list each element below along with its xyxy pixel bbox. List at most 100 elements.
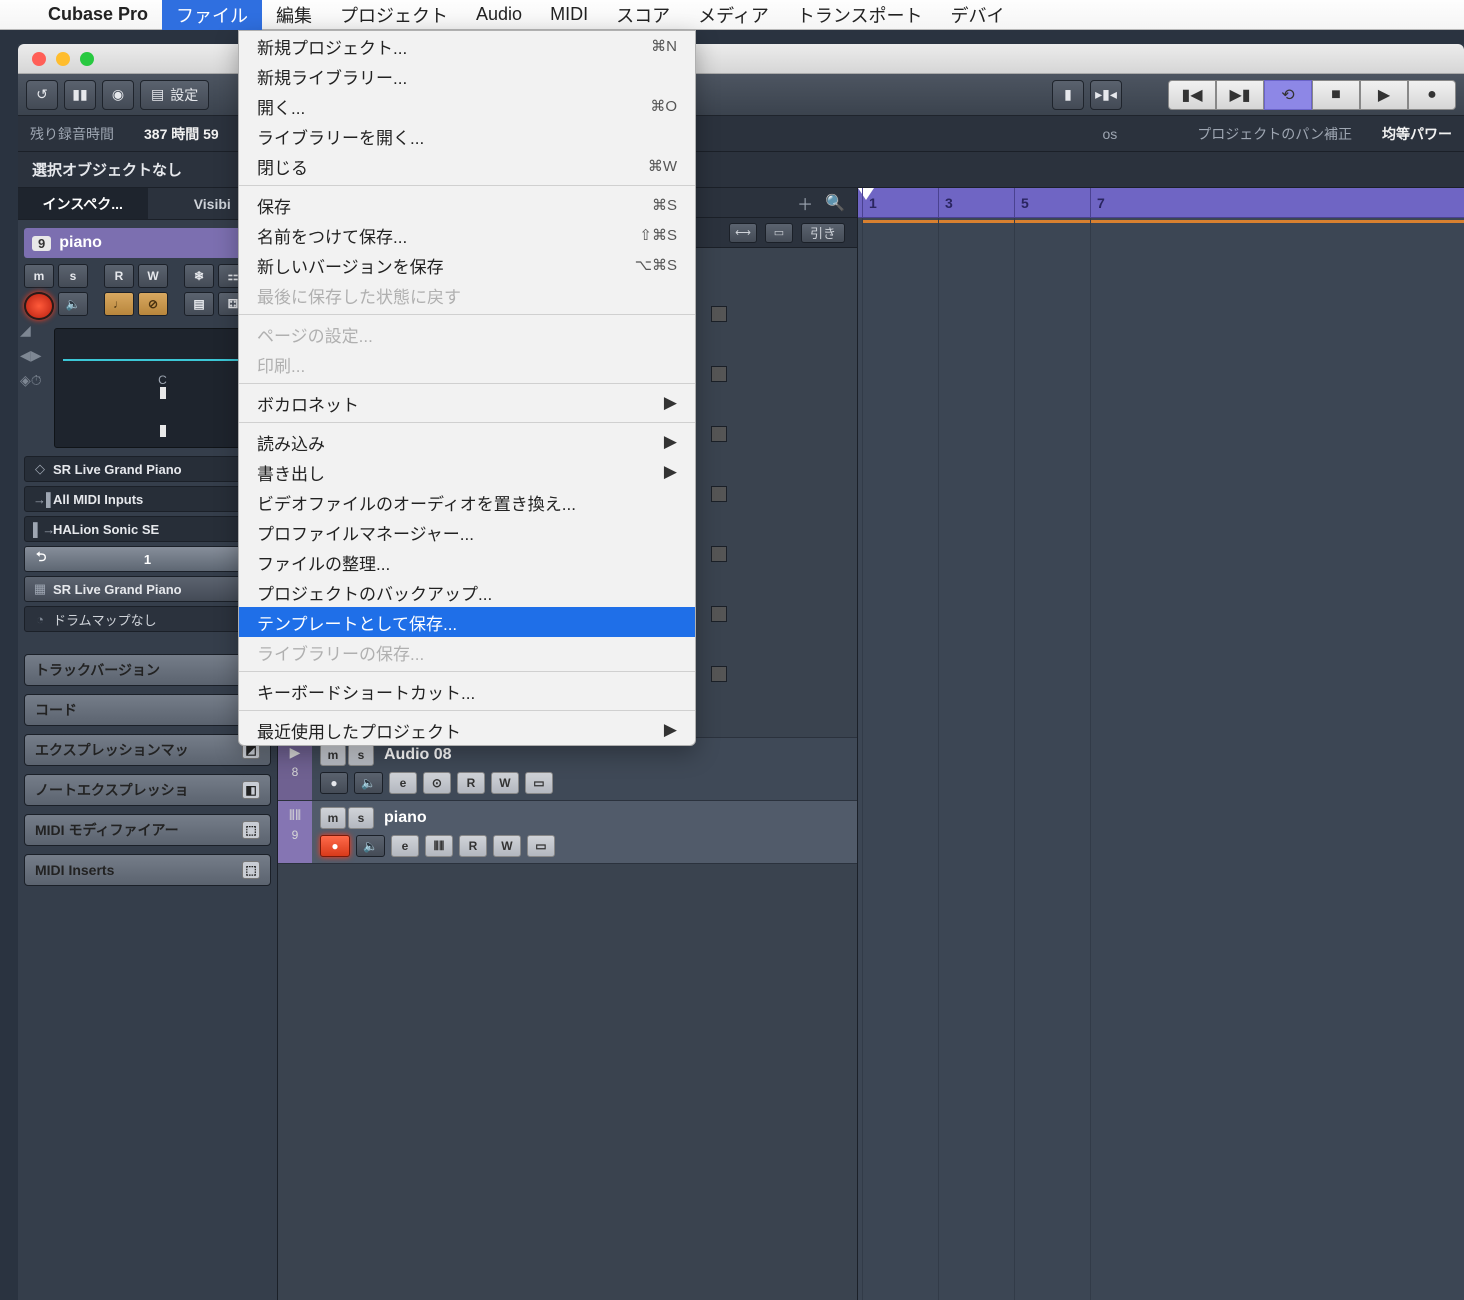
toolbar-snap-button[interactable]: ▸▮◂ [1090, 80, 1122, 110]
menubar-audio[interactable]: Audio [462, 0, 536, 30]
menubar-media[interactable]: メディア [684, 0, 783, 30]
window-minimize-button[interactable] [56, 52, 70, 66]
section-expression-map[interactable]: エクスプレッションマッ◩ [24, 734, 271, 766]
menu-new-library[interactable]: 新規ライブラリー... [239, 61, 695, 91]
track-name[interactable]: Audio 08 [384, 746, 452, 764]
menu-import[interactable]: 読み込み▶ [239, 427, 695, 457]
timeline-ruler[interactable]: 1 3 5 7 [858, 188, 1464, 218]
write-automation-button[interactable]: W [493, 835, 521, 857]
monitor-button[interactable]: 🔈 [58, 292, 88, 316]
arrange-grid[interactable] [858, 218, 1464, 1300]
track-color-strip[interactable]: ⦀⦀ 9 [278, 801, 312, 863]
instrument-button[interactable]: ⦀⦀ [425, 835, 453, 857]
menubar-device[interactable]: デバイ [936, 0, 1018, 30]
record-arm-button[interactable]: ● [320, 835, 350, 857]
toolbar-automation-button[interactable]: ◉ [102, 80, 134, 110]
read-automation-button[interactable]: R [459, 835, 487, 857]
menu-save-as[interactable]: 名前をつけて保存...⇧⌘S [239, 220, 695, 250]
transport-stop-button[interactable]: ■ [1312, 80, 1360, 110]
menubar-edit[interactable]: 編集 [262, 0, 326, 30]
mute-button[interactable]: m [320, 807, 346, 829]
instrument-slot[interactable]: ▌→HALion Sonic SE [24, 516, 271, 542]
drummap-slot[interactable]: ◔ドラムマップなし [24, 606, 271, 632]
section-chord[interactable]: コード♪ [24, 694, 271, 726]
track-row[interactable]: ⦀⦀ 9 ms piano ● 🔈 e ⦀⦀ R W ▭ [278, 801, 857, 864]
menu-save[interactable]: 保存⌘S [239, 190, 695, 220]
menubar-transport[interactable]: トランスポート [783, 0, 937, 30]
pan-law-value[interactable]: 均等パワー [1382, 124, 1452, 144]
input-routing-slot[interactable]: →▌All MIDI Inputs [24, 486, 271, 512]
search-track-icon[interactable]: 🔍 [825, 193, 845, 213]
toolbar-history-button[interactable]: ↺ [26, 80, 58, 110]
pan-handle[interactable] [160, 387, 166, 399]
solo-button[interactable]: s [348, 807, 374, 829]
toolbar-settings-button[interactable]: ▤ 設定 [140, 80, 209, 110]
inspector-track-header[interactable]: 9 piano [24, 228, 271, 258]
lanes-button[interactable]: ▭ [525, 772, 553, 794]
menu-profile-manager[interactable]: プロファイルマネージャー... [239, 517, 695, 547]
menubar-midi[interactable]: MIDI [536, 0, 602, 30]
section-note-expression[interactable]: ノートエクスプレッショ◧ [24, 774, 271, 806]
solo-button[interactable]: s [348, 744, 374, 766]
record-arm-button[interactable] [24, 292, 54, 320]
delay-handle[interactable] [160, 425, 166, 437]
track-name[interactable]: piano [384, 809, 427, 827]
arrange-area[interactable]: 1 3 5 7 [858, 188, 1464, 1300]
transport-loop-button[interactable]: ⟲ [1264, 80, 1312, 110]
mute-button[interactable]: m [24, 264, 54, 288]
section-track-versions[interactable]: トラックバージョン▾ [24, 654, 271, 686]
section-midi-inserts[interactable]: MIDI Inserts⬚ [24, 854, 271, 886]
menu-key-shortcuts[interactable]: キーボードショートカット... [239, 676, 695, 706]
edit-channel-button[interactable]: e [389, 772, 417, 794]
track-height-icon[interactable]: ⟷ [729, 223, 757, 243]
output-routing-slot[interactable]: ◇SR Live Grand Piano [24, 456, 271, 482]
program-slot[interactable]: ▦SR Live Grand Piano [24, 576, 271, 602]
transport-record-button[interactable]: ● [1408, 80, 1456, 110]
menu-save-new-version[interactable]: 新しいバージョンを保存⌥⌘S [239, 250, 695, 280]
track-list-pull-button[interactable]: 引き [801, 223, 845, 243]
note-button[interactable]: ♩ [104, 292, 134, 316]
menu-vocalonet[interactable]: ボカロネット▶ [239, 388, 695, 418]
inspector-tab[interactable]: インスペク... [18, 188, 148, 219]
freeze-button[interactable]: ⊙ [423, 772, 451, 794]
toolbar-view-button[interactable]: ▮▮ [64, 80, 96, 110]
lane-button[interactable]: ▤ [184, 292, 214, 316]
menu-save-as-template[interactable]: テンプレートとして保存... [239, 607, 695, 637]
menu-open[interactable]: 開く...⌘O [239, 91, 695, 121]
midi-channel-slot[interactable]: ⮌1 [24, 546, 271, 572]
bypass-button[interactable]: ⊘ [138, 292, 168, 316]
menu-cleanup[interactable]: ファイルの整理... [239, 547, 695, 577]
transport-forward-button[interactable]: ▶▮ [1216, 80, 1264, 110]
add-track-icon[interactable]: ＋ [797, 191, 813, 215]
transport-rewind-button[interactable]: ▮◀ [1168, 80, 1216, 110]
menubar-app-name[interactable]: Cubase Pro [34, 0, 162, 30]
track-color-strip[interactable]: ▶ 8 [278, 738, 312, 800]
menu-backup-project[interactable]: プロジェクトのバックアップ... [239, 577, 695, 607]
track-row[interactable]: ▶ 8 ms Audio 08 ● 🔈 e ⊙ R W ▭ [278, 738, 857, 801]
menu-export[interactable]: 書き出し▶ [239, 457, 695, 487]
menu-open-library[interactable]: ライブラリーを開く... [239, 121, 695, 151]
solo-button[interactable]: s [58, 264, 88, 288]
lanes-button[interactable]: ▭ [527, 835, 555, 857]
record-arm-button[interactable]: ● [320, 772, 348, 794]
transport-play-button[interactable]: ▶ [1360, 80, 1408, 110]
monitor-button[interactable]: 🔈 [354, 772, 383, 794]
menu-recent-projects[interactable]: 最近使用したプロジェクト▶ [239, 715, 695, 745]
section-midi-modifier[interactable]: MIDI モディファイアー⬚ [24, 814, 271, 846]
read-automation-button[interactable]: R [457, 772, 485, 794]
toolbar-divider-button[interactable]: ▮ [1052, 80, 1084, 110]
menubar-file[interactable]: ファイル [162, 0, 262, 30]
freeze-button[interactable]: ❄ [184, 264, 214, 288]
mute-button[interactable]: m [320, 744, 346, 766]
menu-close[interactable]: 閉じる⌘W [239, 151, 695, 181]
menu-replace-video-audio[interactable]: ビデオファイルのオーディオを置き換え... [239, 487, 695, 517]
zoom-tracks-icon[interactable]: ▭ [765, 223, 793, 243]
write-automation-button[interactable]: W [491, 772, 519, 794]
window-close-button[interactable] [32, 52, 46, 66]
write-automation-button[interactable]: W [138, 264, 168, 288]
menubar-score[interactable]: スコア [602, 0, 684, 30]
monitor-button[interactable]: 🔈 [356, 835, 385, 857]
window-zoom-button[interactable] [80, 52, 94, 66]
read-automation-button[interactable]: R [104, 264, 134, 288]
menu-new-project[interactable]: 新規プロジェクト...⌘N [239, 31, 695, 61]
